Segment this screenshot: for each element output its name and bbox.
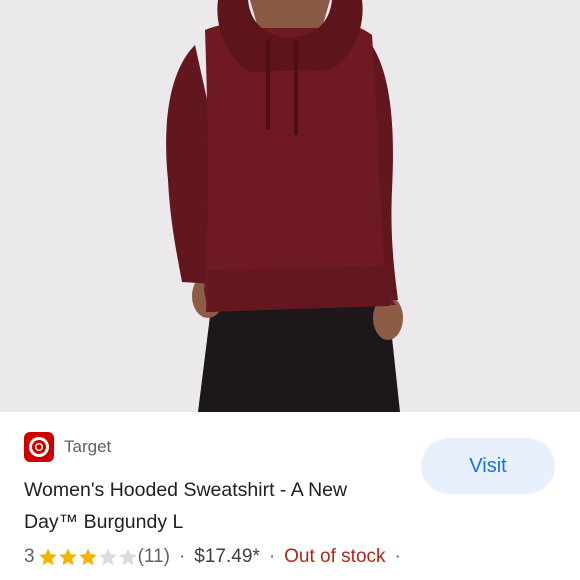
star-empty-icon — [118, 548, 137, 566]
separator-dot: · — [178, 546, 186, 567]
product-image[interactable] — [0, 0, 580, 412]
availability-status: Out of stock — [284, 546, 386, 567]
rating-value: 3 — [24, 546, 35, 567]
star-filled-icon — [78, 548, 97, 566]
product-meta-row: 3 (11) · $17.49* · Out of stock · — [24, 546, 410, 568]
store-row[interactable]: Target — [24, 432, 111, 462]
separator-dot: · — [268, 546, 276, 567]
rating-stars — [38, 547, 138, 567]
target-logo-icon — [24, 432, 54, 462]
review-count[interactable]: (11) — [138, 546, 170, 568]
visit-button[interactable]: Visit — [421, 438, 555, 494]
star-filled-icon — [58, 548, 77, 566]
price: $17.49* — [194, 546, 260, 567]
store-name: Target — [64, 437, 112, 456]
product-title[interactable]: Women's Hooded Sweatshirt - A New Day™ B… — [24, 474, 384, 538]
separator-dot: · — [394, 546, 401, 567]
star-empty-icon — [98, 548, 117, 566]
star-filled-icon — [38, 548, 57, 566]
hoodie-photo — [0, 0, 580, 412]
